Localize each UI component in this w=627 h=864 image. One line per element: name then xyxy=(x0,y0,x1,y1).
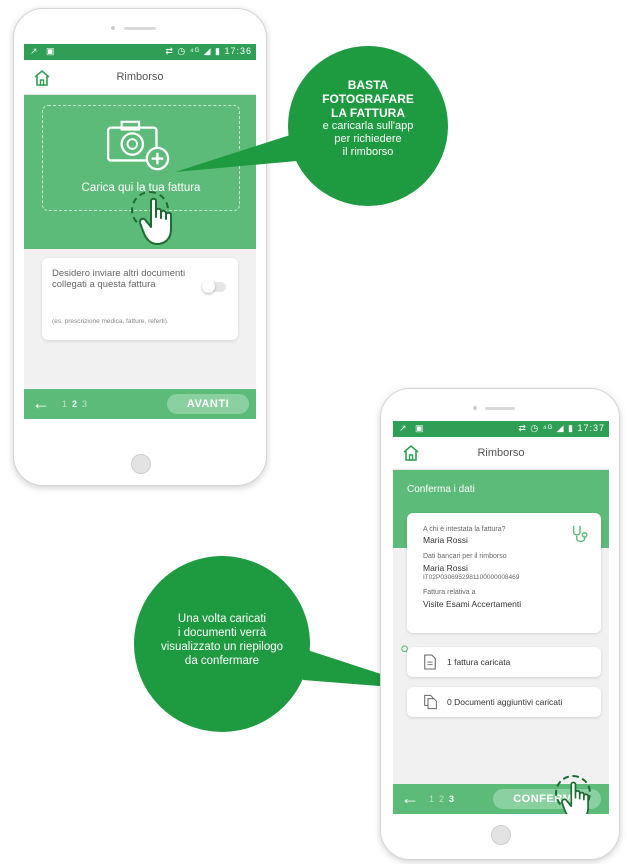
phone-camera xyxy=(111,26,115,30)
section-title: Conferma i dati xyxy=(407,484,475,495)
doc-row-invoice[interactable]: 1 fattura caricata xyxy=(407,647,601,677)
page-title: Rimborso xyxy=(477,447,525,459)
page-title: Rimborso xyxy=(116,71,164,83)
status-bar: ↗ ▣ ⇄ ◷ ⁴ᴳ ◢ ▮ 17:37 xyxy=(393,421,609,437)
back-arrow-icon[interactable]: ← xyxy=(401,788,419,809)
bottom-nav: ← 123 AVANTI xyxy=(24,389,256,419)
status-icons: ⇄ ◷ ⁴ᴳ ◢ ▮ xyxy=(165,46,221,56)
callout-summary-line-1: Una volta caricati xyxy=(177,613,267,625)
status-right: ⇄ ◷ ⁴ᴳ ◢ ▮ 17:37 xyxy=(518,423,605,434)
summary-card: A chi è intestata la fattura? Maria Ross… xyxy=(407,513,601,633)
upload-band: Carica qui la tua fattura xyxy=(24,95,256,249)
callout-upload-bold: BASTA FOTOGRAFARE LA FATTURA xyxy=(288,78,448,120)
doc-additional-label: 0 Documenti aggiuntivi caricati xyxy=(447,697,563,707)
app-header: Rimborso xyxy=(24,60,256,95)
step-3-active: 3 xyxy=(449,794,460,804)
additional-docs-card: Desidero inviare altri documenti collega… xyxy=(42,258,238,340)
callout-line-1: e caricarla sull'app xyxy=(322,120,414,132)
callout-summary-line-2: i documenti verrà xyxy=(177,627,267,639)
phone-speaker xyxy=(124,27,156,30)
q2-value: Maria Rossi xyxy=(423,563,468,573)
doc-invoice-label: 1 fattura caricata xyxy=(447,657,511,667)
step-2-active: 2 xyxy=(72,399,83,409)
phone-mockup-confirm: ↗ ▣ ⇄ ◷ ⁴ᴳ ◢ ▮ 17:37 Rimborso Conferma i… xyxy=(380,388,620,860)
camera-add-icon xyxy=(106,120,170,171)
callout-summary-line-3: visualizzato un riepilogo xyxy=(160,641,284,653)
callout-upload-text: e caricarla sull'app per richiedere il r… xyxy=(288,120,448,159)
step-indicator: 123 xyxy=(429,794,459,804)
phone-camera xyxy=(473,406,477,410)
phone-mockup-upload: ↗ ▣ ⇄ ◷ ⁴ᴳ ◢ ▮ 17:36 Rimborso Carica qui… xyxy=(13,8,267,486)
document-icon xyxy=(424,654,436,670)
pointing-hand-icon xyxy=(561,781,589,814)
callout-bold-line-3: LA FATTURA xyxy=(331,106,405,120)
additional-docs-toggle[interactable] xyxy=(202,280,226,293)
status-time: 17:37 xyxy=(577,423,605,433)
callout-summary-line-4: da confermare xyxy=(184,655,260,667)
pointing-hand-icon xyxy=(139,197,172,245)
callout-bold-line-2: FOTOGRAFARE xyxy=(322,92,414,106)
additional-docs-hint: (es. prescrizione medica, fatture, refer… xyxy=(52,318,169,325)
documents-icon xyxy=(424,694,437,710)
status-icons: ⇄ ◷ ⁴ᴳ ◢ ▮ xyxy=(518,423,574,433)
q3-label: Fattura relativa a xyxy=(423,589,476,596)
callout-upload: BASTA FOTOGRAFARE LA FATTURA e caricarla… xyxy=(288,46,448,206)
stethoscope-icon xyxy=(572,525,588,543)
next-button[interactable]: AVANTI xyxy=(167,394,249,414)
toggle-knob xyxy=(202,280,215,293)
step-3: 3 xyxy=(82,399,93,409)
callout-summary-text: Una volta caricati i documenti verrà vis… xyxy=(134,612,310,668)
phone-speaker xyxy=(485,407,515,410)
step-1: 1 xyxy=(429,794,440,804)
q1-value: Maria Rossi xyxy=(423,535,468,545)
status-bar: ↗ ▣ ⇄ ◷ ⁴ᴳ ◢ ▮ 17:36 xyxy=(24,44,256,60)
additional-docs-text: Desidero inviare altri documenti collega… xyxy=(52,268,186,290)
status-left-icons: ↗ ▣ xyxy=(399,423,427,433)
phone-home-button xyxy=(491,825,511,845)
step-2: 2 xyxy=(439,794,450,804)
doc-row-additional[interactable]: 0 Documenti aggiuntivi caricati xyxy=(407,687,601,717)
callout-bold-line-1: BASTA xyxy=(347,78,389,92)
screen-confirm: ↗ ▣ ⇄ ◷ ⁴ᴳ ◢ ▮ 17:37 Rimborso Conferma i… xyxy=(393,421,609,814)
iban-value: IT02P0306952981100000008469 xyxy=(423,574,520,581)
back-arrow-icon[interactable]: ← xyxy=(32,393,50,414)
app-header: Rimborso xyxy=(393,437,609,470)
q2-label: Dati bancari per il rimborso xyxy=(423,553,507,560)
callout-line-3: il rimborso xyxy=(342,146,394,158)
step-indicator: 123 xyxy=(62,399,92,409)
status-time: 17:36 xyxy=(224,46,252,56)
phone-home-button xyxy=(131,454,151,474)
q3-value: Visite Esami Accertamenti xyxy=(423,599,522,609)
callout-line-2: per richiedere xyxy=(334,133,402,145)
status-left-icons: ↗ ▣ xyxy=(30,46,58,56)
step-1: 1 xyxy=(62,399,73,409)
callout-summary: Una volta caricati i documenti verrà vis… xyxy=(134,556,310,732)
screen-upload: ↗ ▣ ⇄ ◷ ⁴ᴳ ◢ ▮ 17:36 Rimborso Carica qui… xyxy=(24,44,256,419)
q1-label: A chi è intestata la fattura? xyxy=(423,526,506,533)
status-right: ⇄ ◷ ⁴ᴳ ◢ ▮ 17:36 xyxy=(165,46,252,57)
